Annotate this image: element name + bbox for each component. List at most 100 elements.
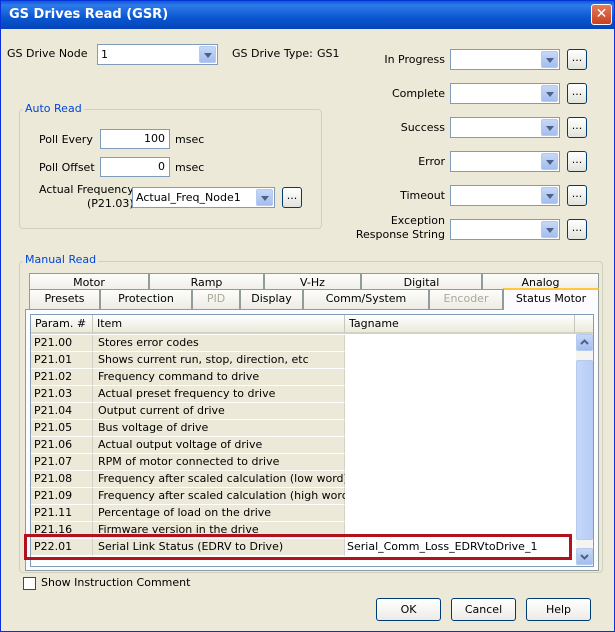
poll-every-input[interactable]: 100 <box>100 129 170 149</box>
item-cell: Frequency after scaled calculation (high… <box>93 488 353 505</box>
success-label: Success <box>400 121 445 134</box>
tab-comm-system[interactable]: Comm/System <box>303 289 429 309</box>
column-header-param[interactable]: Param. # <box>31 315 93 334</box>
tab-protection[interactable]: Protection <box>100 289 192 309</box>
column-header-tagname[interactable]: Tagname <box>345 315 575 334</box>
param-cell: P21.00 <box>31 335 93 352</box>
scroll-down-button[interactable] <box>576 548 593 565</box>
complete-browse-button[interactable]: ... <box>567 83 587 104</box>
tab-display[interactable]: Display <box>240 289 303 309</box>
tagname-cell[interactable] <box>345 471 575 488</box>
tagname-cell[interactable] <box>345 454 575 471</box>
complete-select[interactable] <box>450 83 560 104</box>
scroll-up-button[interactable] <box>576 334 593 351</box>
help-button[interactable]: Help <box>526 598 591 621</box>
tab-encoder[interactable]: Encoder <box>429 289 503 309</box>
table-row[interactable]: P21.00 Stores error codes <box>31 335 575 352</box>
tagname-cell[interactable] <box>345 505 575 522</box>
actual-frequency-select[interactable]: Actual_Freq_Node1 <box>132 187 275 208</box>
auto-read-title: Auto Read <box>23 102 84 115</box>
table-row[interactable]: P21.03 Actual preset frequency to drive <box>31 386 575 403</box>
success-browse-button[interactable]: ... <box>567 117 587 138</box>
manual-read-title: Manual Read <box>23 253 99 266</box>
exception-label-line2: Response String <box>355 228 445 241</box>
chevron-down-icon[interactable] <box>199 46 216 63</box>
exception-label-line1: Exception <box>390 214 445 227</box>
cancel-button[interactable]: Cancel <box>451 598 516 621</box>
exception-select[interactable] <box>450 219 560 240</box>
drive-type-value: GS1 <box>317 47 340 60</box>
column-header-item[interactable]: Item <box>93 315 345 334</box>
param-cell: P21.11 <box>31 505 93 522</box>
table-row[interactable]: P21.11 Percentage of load on the drive <box>31 505 575 522</box>
param-cell: P21.03 <box>31 386 93 403</box>
drive-node-label: GS Drive Node <box>7 47 88 60</box>
table-row[interactable]: P21.08 Frequency after scaled calculatio… <box>31 471 575 488</box>
tagname-cell[interactable] <box>345 335 575 352</box>
in-progress-select[interactable] <box>450 49 560 70</box>
window-title: GS Drives Read (GSR) <box>9 7 169 22</box>
chevron-down-icon[interactable] <box>541 85 558 102</box>
actual-frequency-browse-button[interactable]: ... <box>282 187 302 208</box>
chevron-down-icon[interactable] <box>541 153 558 170</box>
in-progress-label: In Progress <box>384 53 445 66</box>
column-header-spacer <box>575 315 593 334</box>
poll-every-unit: msec <box>175 133 205 146</box>
in-progress-browse-button[interactable]: ... <box>567 49 587 70</box>
show-comment-label: Show Instruction Comment <box>41 576 191 589</box>
error-label: Error <box>418 155 445 168</box>
tagname-cell[interactable] <box>345 403 575 420</box>
param-cell: P21.08 <box>31 471 93 488</box>
poll-offset-input[interactable]: 0 <box>100 157 170 177</box>
item-cell: Bus voltage of drive <box>93 420 345 437</box>
tagname-cell[interactable] <box>345 352 575 369</box>
tagname-cell[interactable] <box>345 488 575 505</box>
chevron-down-icon[interactable] <box>541 51 558 68</box>
chevron-down-icon[interactable] <box>541 221 558 238</box>
chevron-up-icon <box>580 339 589 345</box>
vertical-scrollbar[interactable] <box>576 334 593 566</box>
tagname-cell[interactable] <box>345 386 575 403</box>
table-row[interactable]: P21.05 Bus voltage of drive <box>31 420 575 437</box>
error-select[interactable] <box>450 151 560 172</box>
timeout-select[interactable] <box>450 185 560 206</box>
table-row[interactable]: P21.06 Actual output voltage of drive <box>31 437 575 454</box>
table-row[interactable]: P21.04 Output current of drive <box>31 403 575 420</box>
item-cell: Actual preset frequency to drive <box>93 386 345 403</box>
timeout-label: Timeout <box>400 189 445 202</box>
tab-presets[interactable]: Presets <box>29 289 100 309</box>
item-cell: Actual output voltage of drive <box>93 437 345 454</box>
poll-offset-unit: msec <box>175 161 205 174</box>
poll-offset-label: Poll Offset <box>39 161 95 174</box>
tab-pid[interactable]: PID <box>192 289 240 309</box>
tagname-cell[interactable] <box>345 420 575 437</box>
show-comment-checkbox[interactable] <box>23 577 36 590</box>
chevron-down-icon[interactable] <box>541 119 558 136</box>
success-select[interactable] <box>450 117 560 138</box>
complete-label: Complete <box>391 87 445 100</box>
chevron-down-icon[interactable] <box>256 189 273 206</box>
poll-every-label: Poll Every <box>39 133 93 146</box>
close-button[interactable]: ✕ <box>591 4 612 25</box>
tagname-cell[interactable] <box>345 437 575 454</box>
table-row[interactable]: P21.02 Frequency command to drive <box>31 369 575 386</box>
tagname-cell[interactable] <box>345 369 575 386</box>
actual-frequency-param: (P21.03) <box>87 197 134 210</box>
table-row[interactable]: P21.09 Frequency after scaled calculatio… <box>31 488 575 505</box>
param-cell: P21.01 <box>31 352 93 369</box>
item-cell: Output current of drive <box>93 403 345 420</box>
error-browse-button[interactable]: ... <box>567 151 587 172</box>
tab-status-motor[interactable]: Status Motor <box>503 288 599 310</box>
drive-type-label: GS Drive Type: <box>232 47 313 60</box>
actual-frequency-label: Actual Frequency <box>39 183 134 196</box>
gsr-dialog: GS Drives Read (GSR) ✕ GS Drive Node 1 G… <box>0 0 615 632</box>
table-row[interactable]: P21.01 Shows current run, stop, directio… <box>31 352 575 369</box>
table-row[interactable]: P21.07 RPM of motor connected to drive <box>31 454 575 471</box>
timeout-browse-button[interactable]: ... <box>567 185 587 206</box>
chevron-down-icon <box>580 554 589 560</box>
ok-button[interactable]: OK <box>376 598 441 621</box>
exception-browse-button[interactable]: ... <box>567 219 587 240</box>
drive-node-select[interactable]: 1 <box>97 44 218 65</box>
chevron-down-icon[interactable] <box>541 187 558 204</box>
scroll-thumb[interactable] <box>576 360 593 540</box>
